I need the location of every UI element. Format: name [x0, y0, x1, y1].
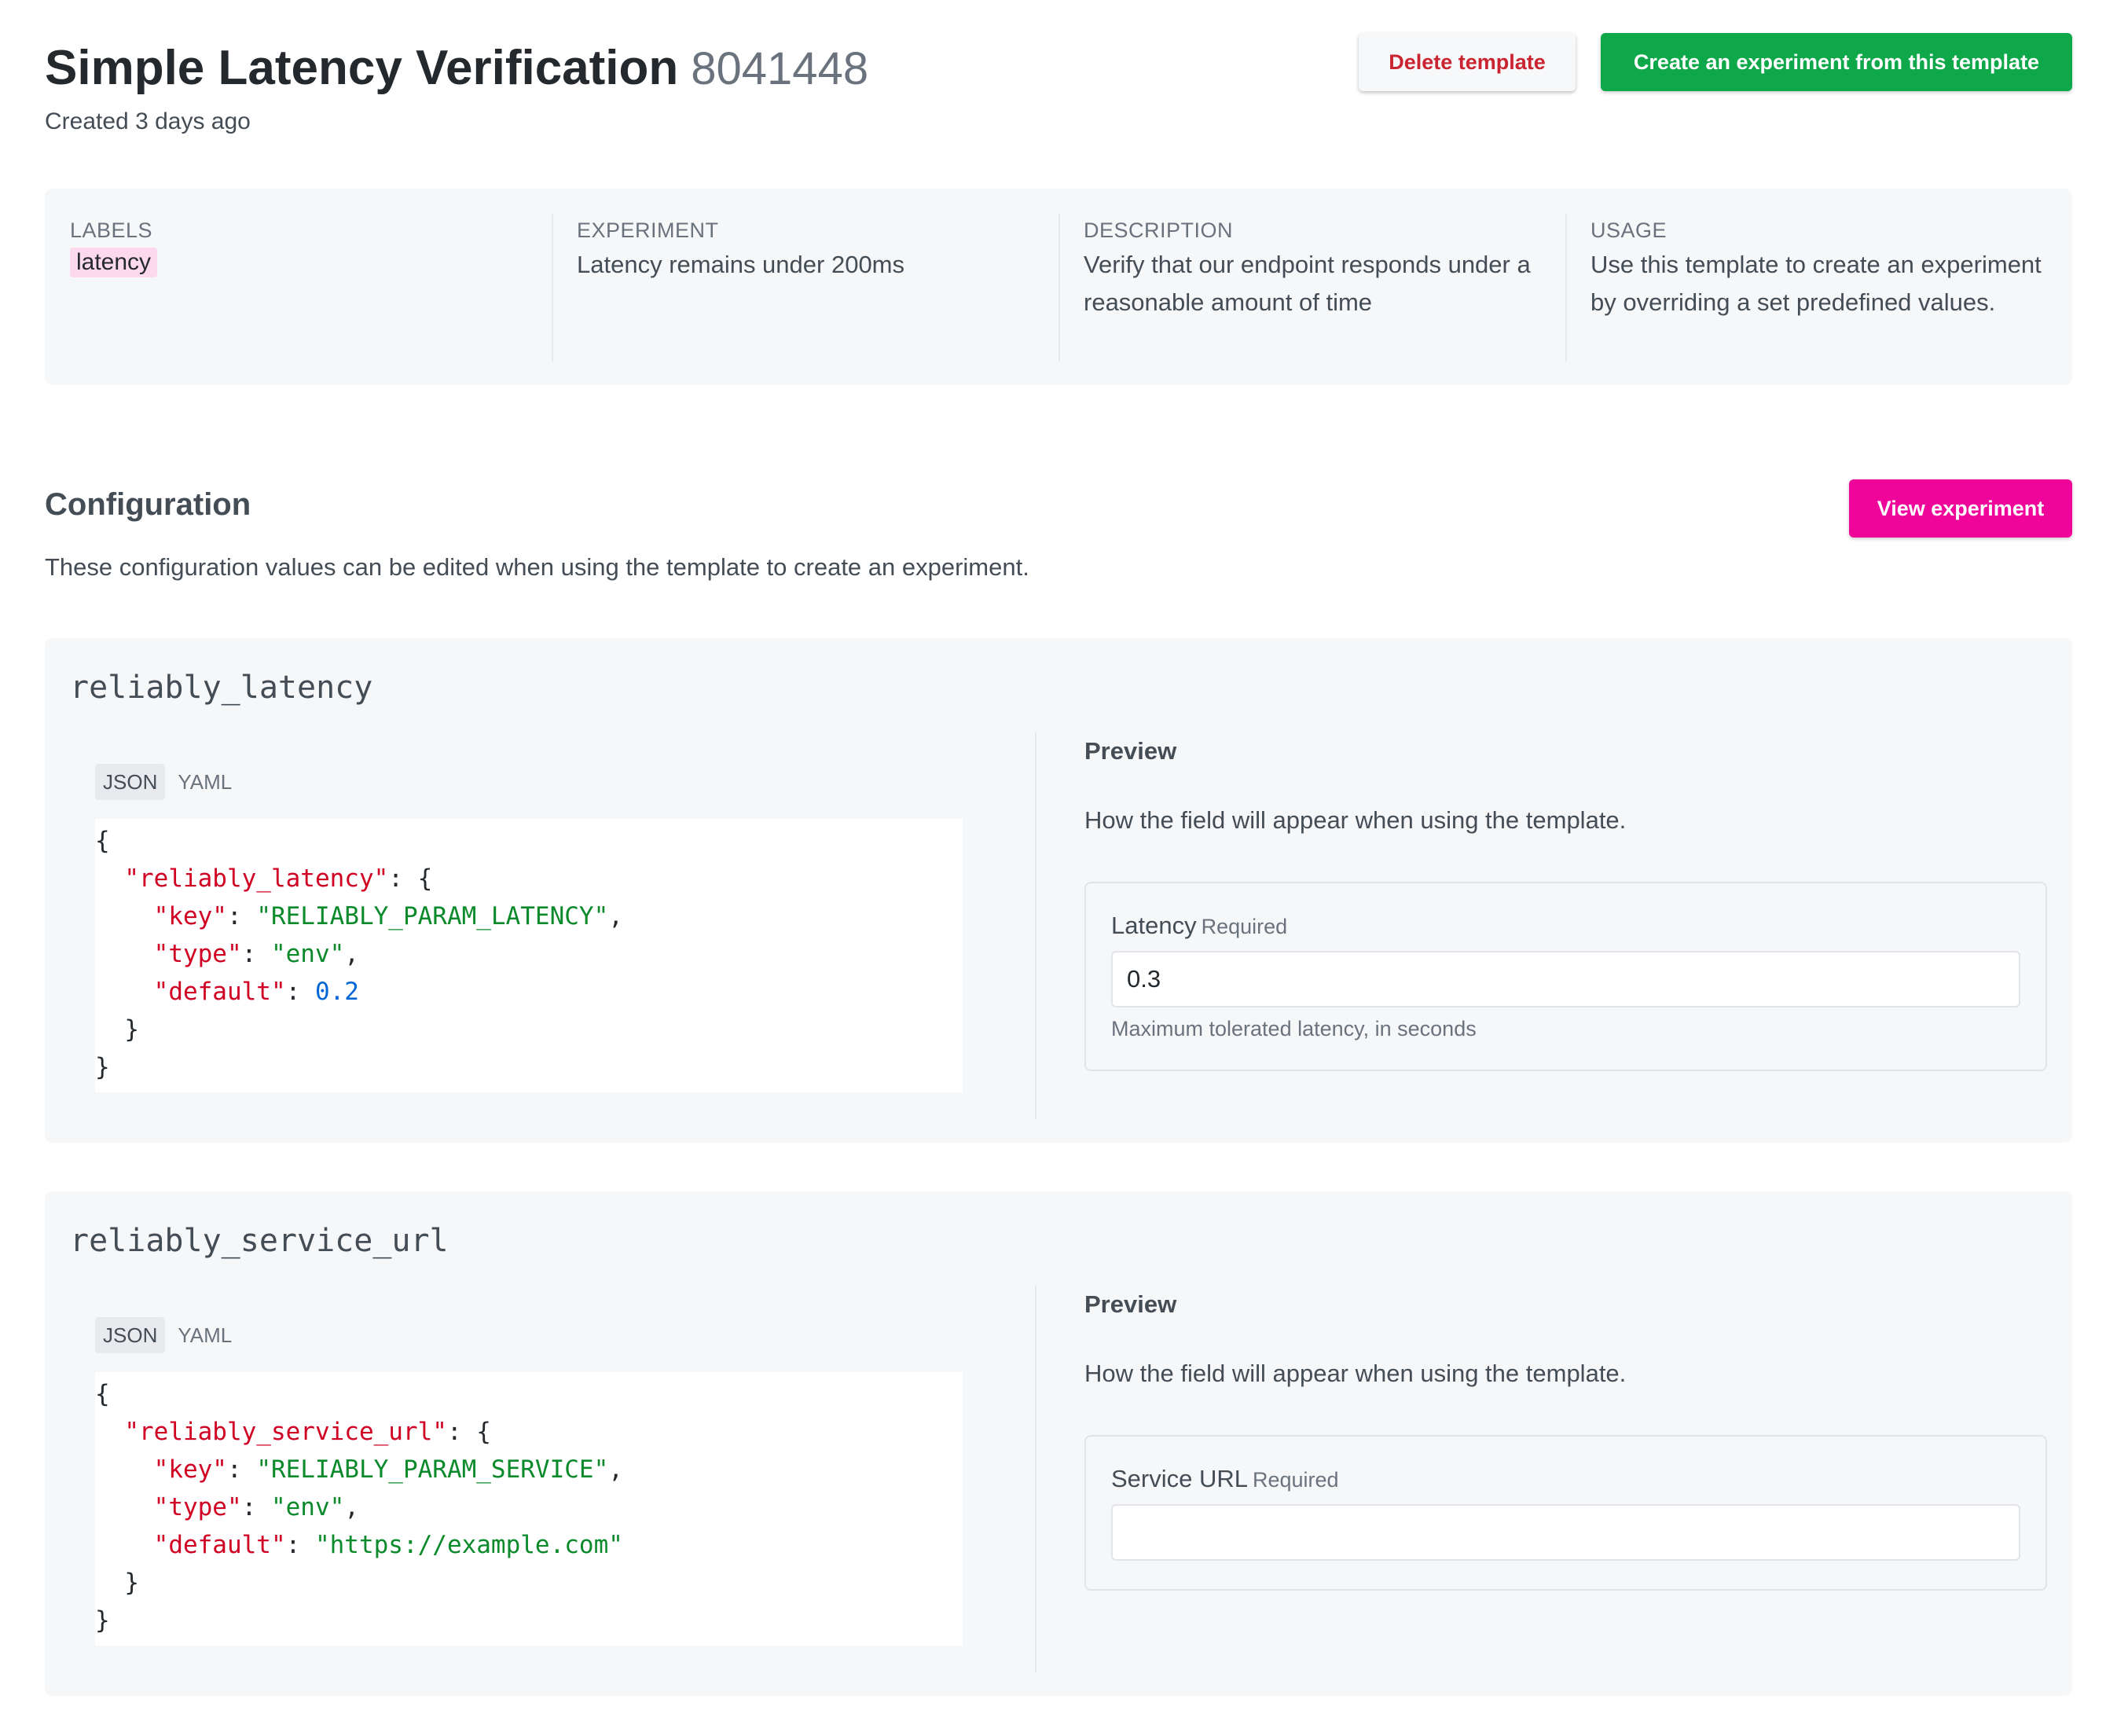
labels-heading: LABELS — [70, 218, 153, 242]
json-key: "default" — [153, 1531, 286, 1559]
field-label: Latency — [1111, 912, 1197, 939]
code-panel: JSON YAML { "reliably_latency": { "key":… — [95, 764, 963, 1092]
page-header: Simple Latency Verification 8041448 Crea… — [45, 33, 2072, 143]
experiment-value: Latency remains under 200ms — [577, 251, 905, 278]
tab-yaml[interactable]: YAML — [170, 764, 240, 800]
usage-value: Use this template to create an experimen… — [1591, 251, 2042, 316]
param-name: reliably_latency — [70, 670, 373, 706]
card-divider — [1035, 1286, 1036, 1672]
template-info-panel: LABELS latency EXPERIMENT Latency remain… — [45, 189, 2072, 385]
template-id: 8041448 — [691, 43, 869, 94]
json-number: 0.2 — [314, 978, 359, 1006]
json-key: "type" — [153, 1493, 242, 1521]
json-code-block: { "reliably_latency": { "key": "RELIABLY… — [95, 819, 963, 1092]
template-page: Simple Latency Verification 8041448 Crea… — [0, 0, 2117, 1736]
preview-field: LatencyRequired Maximum tolerated latenc… — [1084, 882, 2047, 1071]
preview-description: How the field will appear when using the… — [1084, 806, 1627, 834]
preview-field: Service URL Required — [1084, 1435, 2047, 1591]
preview-description: How the field will appear when using the… — [1084, 1360, 1627, 1387]
param-card-reliably-service-url: reliably_service_url JSON YAML { "reliab… — [45, 1191, 2072, 1696]
json-key: "key" — [153, 902, 227, 930]
field-label: Service URL — [1111, 1465, 1248, 1492]
required-tag: Required — [1201, 915, 1288, 938]
json-string: "https://example.com" — [314, 1531, 623, 1559]
json-key: "reliably_latency" — [124, 864, 389, 893]
tab-json[interactable]: JSON — [95, 764, 166, 800]
format-tabs: JSON YAML — [95, 764, 963, 800]
label-badge: latency — [70, 248, 158, 277]
service-url-input[interactable] — [1111, 1504, 2020, 1561]
create-experiment-button[interactable]: Create an experiment from this template — [1601, 33, 2072, 91]
code-panel: JSON YAML { "reliably_service_url": { "k… — [95, 1317, 963, 1646]
tab-yaml[interactable]: YAML — [170, 1317, 240, 1353]
json-key: "key" — [153, 1455, 227, 1484]
delete-template-button[interactable]: Delete template — [1359, 33, 1576, 91]
experiment-heading: EXPERIMENT — [577, 218, 719, 242]
json-string: "RELIABLY_PARAM_LATENCY" — [256, 902, 609, 930]
latency-input[interactable] — [1111, 951, 2020, 1007]
param-card-reliably-latency: reliably_latency JSON YAML { "reliably_l… — [45, 638, 2072, 1143]
format-tabs: JSON YAML — [95, 1317, 963, 1353]
json-string: "env" — [270, 1493, 345, 1521]
json-string: "RELIABLY_PARAM_SERVICE" — [256, 1455, 609, 1484]
usage-section: USAGE Use this template to create an exp… — [1565, 189, 2072, 385]
description-value: Verify that our endpoint responds under … — [1084, 251, 1531, 316]
tab-json[interactable]: JSON — [95, 1317, 166, 1353]
field-help-text: Maximum tolerated latency, in seconds — [1111, 1017, 1477, 1040]
json-string: "env" — [270, 940, 345, 968]
usage-heading: USAGE — [1591, 218, 1668, 242]
created-timestamp: Created 3 days ago — [45, 108, 251, 134]
configuration-header: Configuration These configuration values… — [45, 479, 2072, 582]
json-key: "reliably_service_url" — [124, 1418, 447, 1446]
required-tag: Required — [1253, 1468, 1339, 1492]
preview-panel: Preview How the field will appear when u… — [1084, 1286, 2047, 1591]
json-key: "type" — [153, 940, 242, 968]
configuration-title: Configuration — [45, 487, 251, 522]
page-title: Simple Latency Verification — [45, 41, 679, 95]
preview-title: Preview — [1084, 1290, 1177, 1318]
preview-panel: Preview How the field will appear when u… — [1084, 732, 2047, 1071]
header-actions: Delete template Create an experiment fro… — [1359, 33, 2072, 91]
card-divider — [1035, 732, 1036, 1119]
configuration-description: These configuration values can be edited… — [45, 553, 1029, 581]
view-experiment-button[interactable]: View experiment — [1849, 479, 2072, 538]
param-name: reliably_service_url — [70, 1223, 449, 1259]
json-code-block: { "reliably_service_url": { "key": "RELI… — [95, 1372, 963, 1646]
preview-title: Preview — [1084, 737, 1177, 765]
description-heading: DESCRIPTION — [1084, 218, 1234, 242]
labels-section: LABELS latency — [45, 189, 552, 385]
experiment-section: EXPERIMENT Latency remains under 200ms — [552, 189, 1058, 385]
json-key: "default" — [153, 978, 286, 1006]
description-section: DESCRIPTION Verify that our endpoint res… — [1058, 189, 1565, 385]
